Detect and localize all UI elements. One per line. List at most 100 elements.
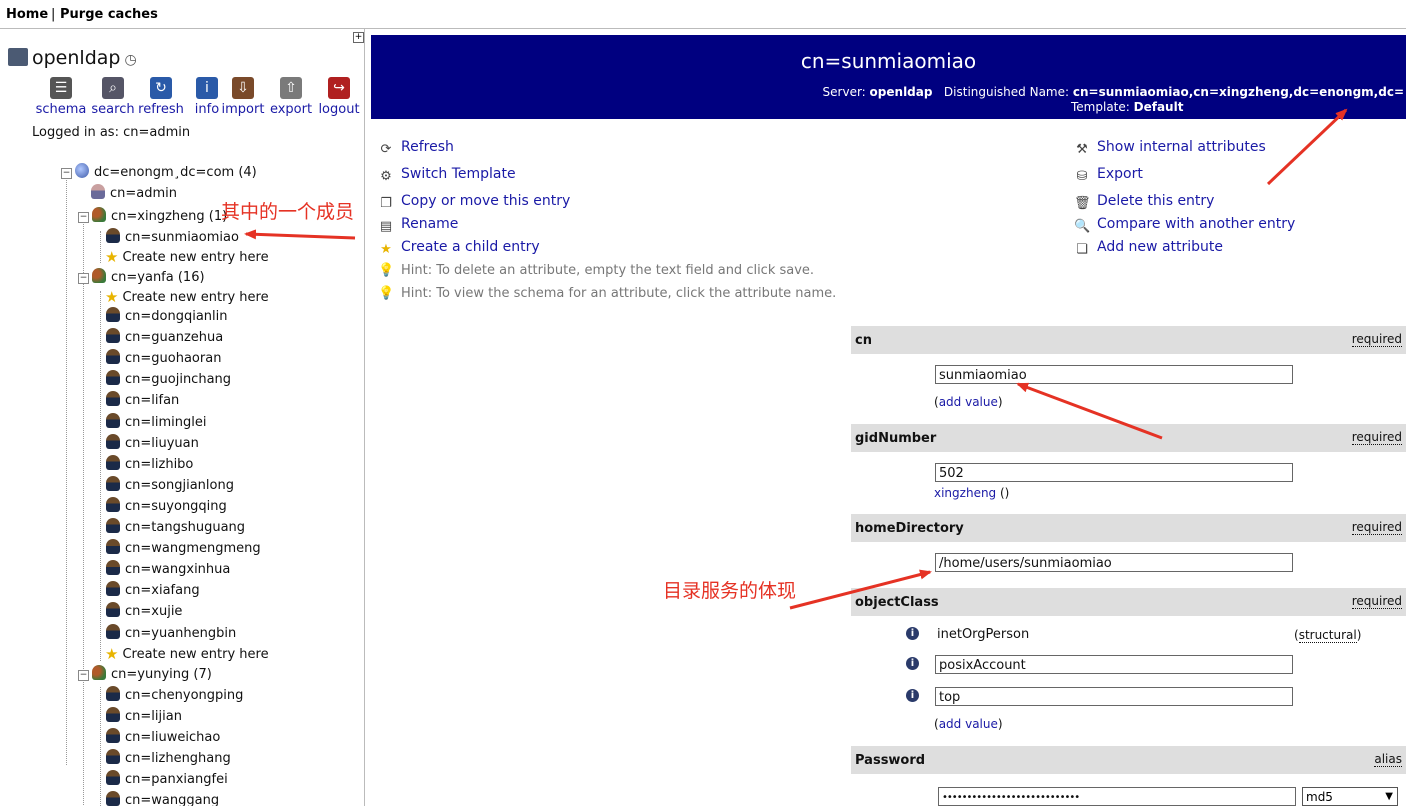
tree-root[interactable]: − dc=enongm¸dc=com (4) [61,163,257,183]
user-icon [106,707,120,722]
tree-item-user[interactable]: cn=wangxinhua [106,560,230,580]
tree-item-user[interactable]: cn=lifan [106,391,179,411]
attr-gidnumber-name[interactable]: gidNumber [855,431,936,446]
tree-item-user[interactable]: cn=xiafang [106,581,200,601]
tree-item-user[interactable]: cn=xujie [106,602,182,622]
user-icon [106,496,120,512]
trash-icon: 🗑 [1074,196,1091,211]
clock-icon: ◷ [124,52,137,68]
tree-group-xingzheng[interactable]: − cn=xingzheng (1) [78,207,227,227]
homedirectory-input[interactable]: /home/users/sunmiaomiao [935,553,1293,572]
attr-objectclass-name[interactable]: objectClass [855,595,939,610]
hint-delete: 💡 Hint: To delete an attribute, empty the… [378,263,815,278]
switch-template-action[interactable]: ⚙ Switch Template [378,166,515,185]
tree-item-user[interactable]: cn=lizhenghang [106,749,231,769]
objectclass-structural-value: inetOrgPerson [937,627,1030,642]
objectclass-input-1[interactable]: posixAccount [935,655,1293,674]
password-input[interactable]: •••••••••••••••••••••••••••• [938,787,1296,806]
delete-entry-action[interactable]: 🗑 Delete this entry [1074,193,1214,212]
add-attribute-icon: ❏ [1076,242,1088,257]
tree-item-user[interactable]: cn=yuanhengbin [106,623,236,644]
gidnumber-group-link[interactable]: xingzheng () [934,486,1009,500]
star-icon: ★ [105,248,119,266]
server-icon [8,48,28,66]
toolbar-schema-button[interactable]: ☰ schema [31,77,91,117]
tree-item-user[interactable]: cn=tangshuguang [106,518,245,538]
info-icon[interactable]: i [906,627,919,640]
tree-item-user[interactable]: cn=dongqianlin [106,307,228,327]
tree-item-user[interactable]: cn=wangmengmeng [106,539,261,559]
create-new-entry-link[interactable]: ★ Create new entry here [105,288,269,308]
attr-homedirectory-name[interactable]: homeDirectory [855,521,964,536]
tree-item-user[interactable]: cn=liuweichao [106,728,220,748]
attr-cn-name[interactable]: cn [855,333,872,348]
purge-caches-link[interactable]: Purge caches [60,7,158,22]
tree-item-user[interactable]: cn=panxiangfei [106,770,228,790]
rename-action[interactable]: ▤ Rename [378,216,459,235]
tree-group-yunying[interactable]: − cn=yunying (7) [78,665,212,685]
user-icon [106,328,120,344]
tree-item-user[interactable]: cn=suyongqing [106,496,227,517]
tree-item-user[interactable]: cn=liuyuan [106,433,199,454]
annotation-directory: 目录服务的体现 [663,580,797,602]
tree-item-user[interactable]: cn=chenyongping [106,686,243,706]
create-new-entry-link[interactable]: ★ Create new entry here [105,248,269,268]
tree-item-admin[interactable]: cn=admin [91,184,177,204]
create-new-entry-link[interactable]: ★ Create new entry here [105,645,269,665]
objectclass-input-2[interactable]: top [935,687,1293,706]
tree-item-user[interactable]: cn=liminglei [106,412,207,433]
compare-icon: 🔍 [1074,219,1091,234]
user-icon [106,391,120,407]
refresh-action[interactable]: ⟳ Refresh [378,139,454,158]
home-link[interactable]: Home [6,7,48,22]
tree-group-yanfa[interactable]: − cn=yanfa (16) [78,268,205,288]
expand-all-icon[interactable]: + [353,32,364,43]
tree-item-user[interactable]: cn=guanzehua [106,328,223,348]
user-icon [106,228,120,243]
structural-tag: (structural) [1294,628,1362,643]
gidnumber-input[interactable]: 502 [935,463,1293,482]
user-icon [106,728,120,743]
switch-template-icon: ⚙ [380,169,392,184]
star-icon: ★ [105,645,119,663]
attr-cn-header: cn required [851,326,1406,354]
tree-item-user[interactable]: cn=wanggang [106,791,219,806]
compare-entry-action[interactable]: 🔍 Compare with another entry [1074,216,1295,235]
tree-item-user[interactable]: cn=guojinchang [106,370,231,390]
tree-item-user[interactable]: cn=sunmiaomiao [106,228,239,248]
collapse-icon[interactable]: − [78,273,89,284]
user-icon [106,686,120,701]
entry-header: cn=sunmiaomiao Server: openldap Distingu… [371,35,1406,119]
server-title[interactable]: openldap ◷ [8,47,137,69]
attr-password-alias: alias [1374,752,1402,767]
toolbar-logout-button[interactable]: ↪ logout [309,77,364,117]
hash-select[interactable]: md5 ▼ [1302,787,1398,806]
server-dn-line: Server: openldap Distinguished Name: cn=… [822,85,1404,99]
attr-password-name[interactable]: Password [855,753,925,768]
create-child-action[interactable]: ★ Create a child entry [378,239,540,258]
export-icon: ⇧ [280,77,302,99]
tree-item-user[interactable]: cn=lizhibo [106,454,193,475]
user-icon [106,539,120,555]
info-icon[interactable]: i [906,657,919,670]
tree-item-user[interactable]: cn=songjianlong [106,475,234,496]
cn-add-value[interactable]: (add value) [934,395,1003,409]
tree-item-user[interactable]: cn=guohaoran [106,349,221,369]
add-attribute-action[interactable]: ❏ Add new attribute [1074,239,1223,258]
export-action[interactable]: ⛁ Export [1074,166,1143,185]
cn-input[interactable]: sunmiaomiao [935,365,1293,384]
show-internal-attributes-action[interactable]: ⚒ Show internal attributes [1074,139,1266,158]
collapse-icon[interactable]: − [78,670,89,681]
attr-password-header: Password alias [851,746,1406,774]
user-icon [106,791,120,806]
objectclass-add-value[interactable]: (add value) [934,717,1003,731]
tree-item-user[interactable]: cn=lijian [106,707,182,727]
attr-objectclass-required: required [1351,594,1402,609]
attr-gidnumber-required: required [1351,430,1402,445]
hint-schema: 💡 Hint: To view the schema for an attribu… [378,286,837,301]
import-icon: ⇩ [232,77,254,99]
collapse-icon[interactable]: − [78,212,89,223]
copy-move-action[interactable]: ❐ Copy or move this entry [378,193,570,212]
info-icon[interactable]: i [906,689,919,702]
collapse-icon[interactable]: − [61,168,72,179]
